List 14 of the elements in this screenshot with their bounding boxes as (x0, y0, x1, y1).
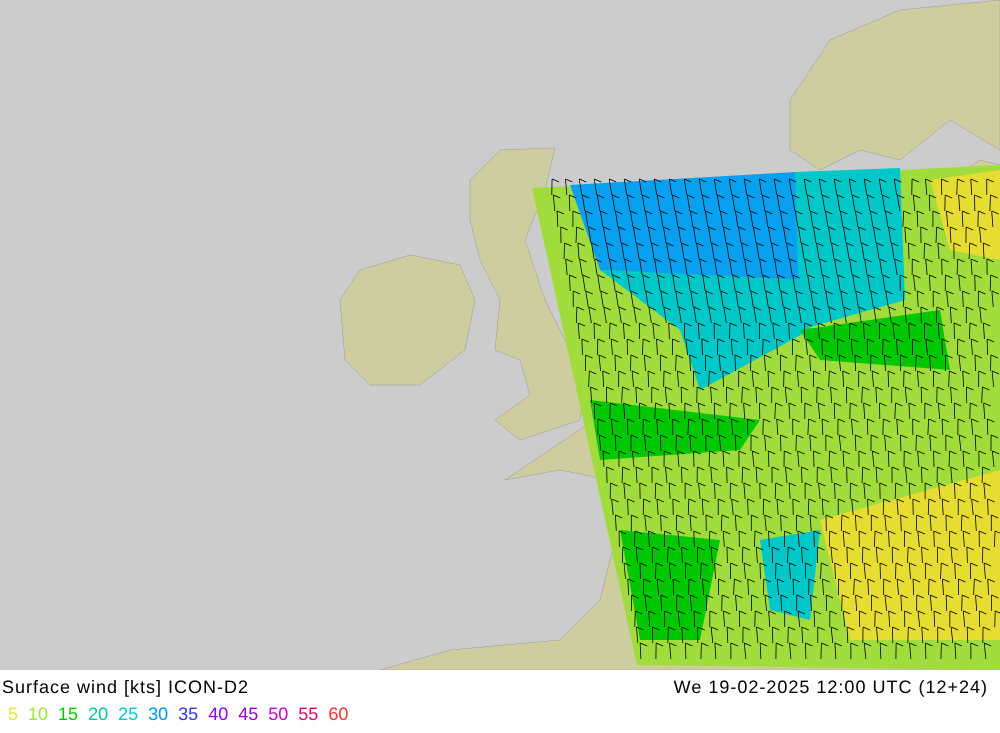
legend-value: 35 (178, 703, 198, 726)
legend-value: 25 (118, 703, 138, 726)
legend-value: 30 (148, 703, 168, 726)
legend-value: 40 (208, 703, 228, 726)
legend-value: 45 (238, 703, 258, 726)
legend-value: 10 (28, 703, 48, 726)
valid-time: We 19-02-2025 12:00 UTC (12+24) (674, 676, 988, 698)
legend-value: 5 (8, 703, 18, 726)
legend-value: 55 (298, 703, 318, 726)
legend-value: 60 (328, 703, 348, 726)
legend-value: 50 (268, 703, 288, 726)
legend-value: 20 (88, 703, 108, 726)
legend-value: 15 (58, 703, 78, 726)
map-title: Surface wind [kts] ICON-D2 (2, 676, 250, 698)
